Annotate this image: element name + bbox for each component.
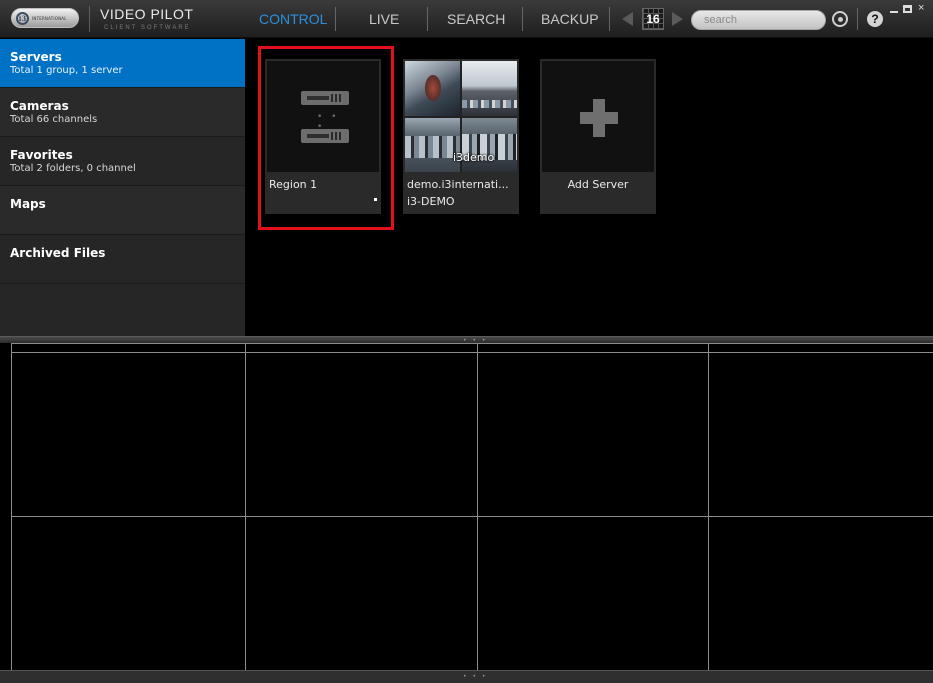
- server-tiles-panel: • • • Region 1 i3demo demo.i3internati..…: [245, 39, 933, 336]
- sidebar-item-title: Favorites: [10, 148, 73, 162]
- tab-backup[interactable]: BACKUP: [539, 0, 601, 38]
- grid-line: [477, 344, 478, 671]
- server-tile-demo[interactable]: i3demo demo.i3internati... i3-DEMO: [403, 59, 519, 214]
- plus-icon: [580, 99, 618, 137]
- minimize-icon[interactable]: [890, 11, 898, 13]
- sidebar-item-favorites[interactable]: Favorites Total 2 folders, 0 channel: [0, 137, 245, 186]
- camera-thumbnail: [405, 117, 460, 172]
- next-layout-icon[interactable]: [672, 12, 683, 26]
- nav-divider: [335, 0, 336, 38]
- sidebar-item-title: Cameras: [10, 99, 69, 113]
- sidebar-item-servers[interactable]: Servers Total 1 group, 1 server: [0, 39, 245, 88]
- panel-splitter[interactable]: • • •: [0, 336, 933, 344]
- tab-live[interactable]: LIVE: [367, 0, 401, 38]
- tile-label: Add Server: [567, 178, 629, 191]
- i3-logo-icon: i3: [16, 11, 29, 25]
- sidebar: Servers Total 1 group, 1 server Cameras …: [0, 39, 245, 336]
- sidebar-item-title: Archived Files: [10, 246, 106, 260]
- left-strip: [0, 343, 11, 670]
- add-server-tile[interactable]: Add Server: [540, 59, 656, 214]
- nav-divider: [609, 0, 610, 38]
- tab-control[interactable]: CONTROL: [257, 0, 329, 38]
- tab-backup-label[interactable]: BACKUP: [539, 11, 601, 27]
- bottom-splitter[interactable]: • • •: [0, 670, 933, 683]
- tile-thumbnail: [542, 61, 654, 172]
- tab-live-label[interactable]: LIVE: [367, 11, 401, 27]
- sidebar-item-archived-files[interactable]: Archived Files: [0, 235, 245, 284]
- app-subtitle: CLIENT SOFTWARE: [104, 25, 191, 31]
- target-icon[interactable]: [832, 11, 848, 27]
- top-bar: i3 INTERNATIONAL VIDEO PILOT CLIENT SOFT…: [0, 0, 933, 38]
- help-icon[interactable]: ?: [867, 11, 883, 27]
- sidebar-filler: [0, 284, 245, 336]
- nav-divider: [427, 0, 428, 38]
- video-grid: [11, 343, 933, 671]
- camera-thumbnail: [405, 61, 460, 116]
- search-input[interactable]: [691, 10, 826, 30]
- tile-label: demo.i3internati...: [407, 178, 509, 191]
- sidebar-item-maps[interactable]: Maps: [0, 186, 245, 235]
- tile-sublabel: i3-DEMO: [407, 195, 455, 208]
- sidebar-item-subtitle: Total 66 channels: [10, 114, 98, 125]
- grid-line: [708, 344, 709, 671]
- layout-count: 16: [646, 12, 660, 26]
- camera-thumbnail: [462, 61, 517, 116]
- logo-divider: [89, 6, 90, 32]
- tab-control-label[interactable]: CONTROL: [257, 11, 329, 27]
- nav-divider: [522, 0, 523, 38]
- toolbar-divider: [857, 8, 858, 30]
- grid-line: [245, 344, 246, 671]
- thumbnail-caption: i3demo: [453, 151, 495, 164]
- tab-search[interactable]: SEARCH: [445, 0, 507, 38]
- sidebar-item-cameras[interactable]: Cameras Total 66 channels: [0, 88, 245, 137]
- logo-company-text: INTERNATIONAL: [32, 15, 67, 21]
- company-logo: i3 INTERNATIONAL: [11, 8, 79, 28]
- sidebar-item-title: Maps: [10, 197, 46, 211]
- layout-grid-icon[interactable]: 16: [642, 8, 664, 30]
- close-icon[interactable]: ×: [918, 2, 924, 14]
- sidebar-item-subtitle: Total 2 folders, 0 channel: [10, 163, 136, 174]
- tab-search-label[interactable]: SEARCH: [445, 11, 507, 27]
- app-title: VIDEO PILOT: [100, 6, 194, 22]
- maximize-icon[interactable]: [903, 5, 912, 13]
- sidebar-item-subtitle: Total 1 group, 1 server: [10, 65, 123, 76]
- sidebar-item-title: Servers: [10, 50, 62, 64]
- splitter-grip-icon[interactable]: • • •: [463, 673, 487, 680]
- selection-highlight: [258, 46, 394, 230]
- grid-line: [12, 352, 933, 353]
- previous-layout-icon[interactable]: [622, 12, 633, 26]
- grid-line: [12, 516, 933, 517]
